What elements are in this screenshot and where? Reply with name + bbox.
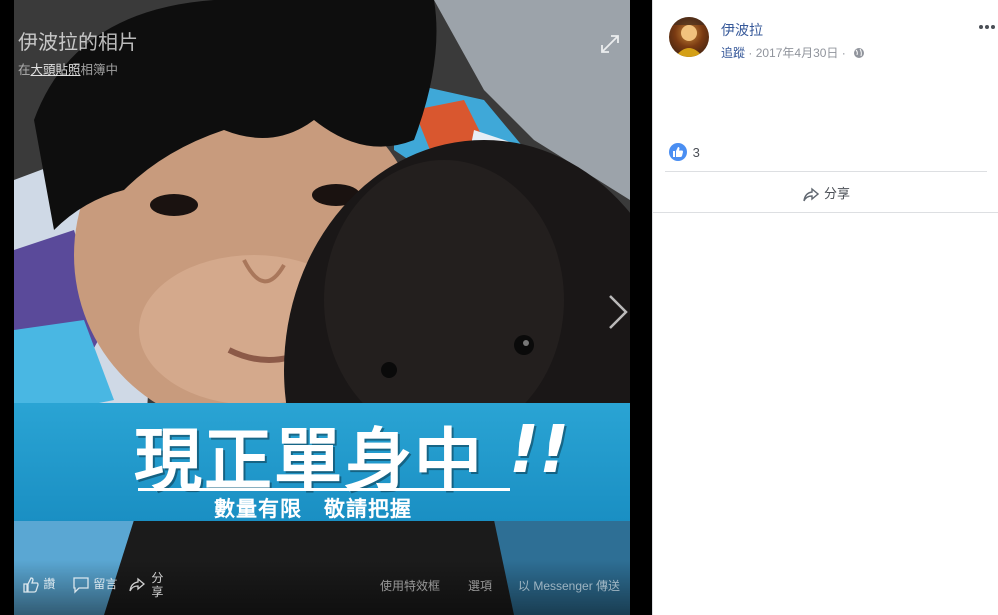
more-options-icon[interactable] <box>979 24 995 30</box>
banner-exclamation: !! <box>509 411 570 488</box>
share-icon <box>803 187 820 201</box>
post-side-panel: 伊波拉 追蹤 · 2017年4月30日 · 3 分享 <box>652 0 998 615</box>
photo-banner: 現正單身中 !! 數量有限 敬請把握 <box>14 403 630 521</box>
use-frame-effects-link[interactable]: 使用特效框 <box>380 577 440 594</box>
subtitle-suffix: 相簿中 <box>80 63 119 77</box>
like-action[interactable]: 讚 <box>22 575 55 594</box>
viewer-subtitle: 在大頭貼照相簿中 <box>18 59 118 78</box>
avatar-image <box>669 17 709 57</box>
viewer-title: 伊波拉的相片 <box>18 32 138 54</box>
post-date[interactable]: 2017年4月30日 <box>756 46 839 60</box>
post-author-name[interactable]: 伊波拉 <box>721 20 763 40</box>
like-label: 讚 <box>43 577 56 591</box>
reaction-count: 3 <box>692 144 700 160</box>
expand-icon[interactable] <box>600 34 620 54</box>
subtitle-prefix: 在 <box>18 63 31 77</box>
next-photo-arrow-icon[interactable] <box>607 293 629 331</box>
avatar[interactable] <box>669 17 709 57</box>
share-button[interactable]: 分享 <box>803 183 850 203</box>
meta-separator: · <box>748 46 753 60</box>
send-via-messenger-link[interactable]: 以 Messenger 傳送 <box>518 577 620 594</box>
share-label-bottom: 享 <box>151 585 164 599</box>
share-label: 分 享 <box>151 571 163 599</box>
album-link[interactable]: 大頭貼照 <box>31 63 81 77</box>
share-arrow-icon <box>129 577 146 592</box>
divider <box>665 171 987 172</box>
photo-viewer: 伊波拉的相片 在大頭貼照相簿中 現正單身中 !! 數量有限 敬請把握 讚 留言 … <box>0 0 652 615</box>
share-action[interactable]: 分 享 <box>128 571 163 599</box>
post-meta: 追蹤 · 2017年4月30日 · <box>721 44 865 61</box>
meta-separator-2: · <box>841 46 846 60</box>
comment-action[interactable]: 留言 <box>72 575 117 594</box>
globe-icon[interactable] <box>853 47 865 59</box>
reaction-summary[interactable]: 3 <box>669 143 700 161</box>
banner-divider <box>138 488 510 491</box>
divider <box>653 212 998 213</box>
follow-link[interactable]: 追蹤 <box>721 46 745 60</box>
options-link[interactable]: 選項 <box>468 577 492 594</box>
share-label-top: 分 <box>151 571 164 585</box>
like-reaction-icon <box>669 143 687 161</box>
share-label: 分享 <box>824 186 851 201</box>
comment-label: 留言 <box>93 577 118 591</box>
comment-icon <box>73 577 89 594</box>
thumbs-up-icon <box>23 577 39 593</box>
banner-sub-text: 數量有限 敬請把握 <box>214 497 412 521</box>
